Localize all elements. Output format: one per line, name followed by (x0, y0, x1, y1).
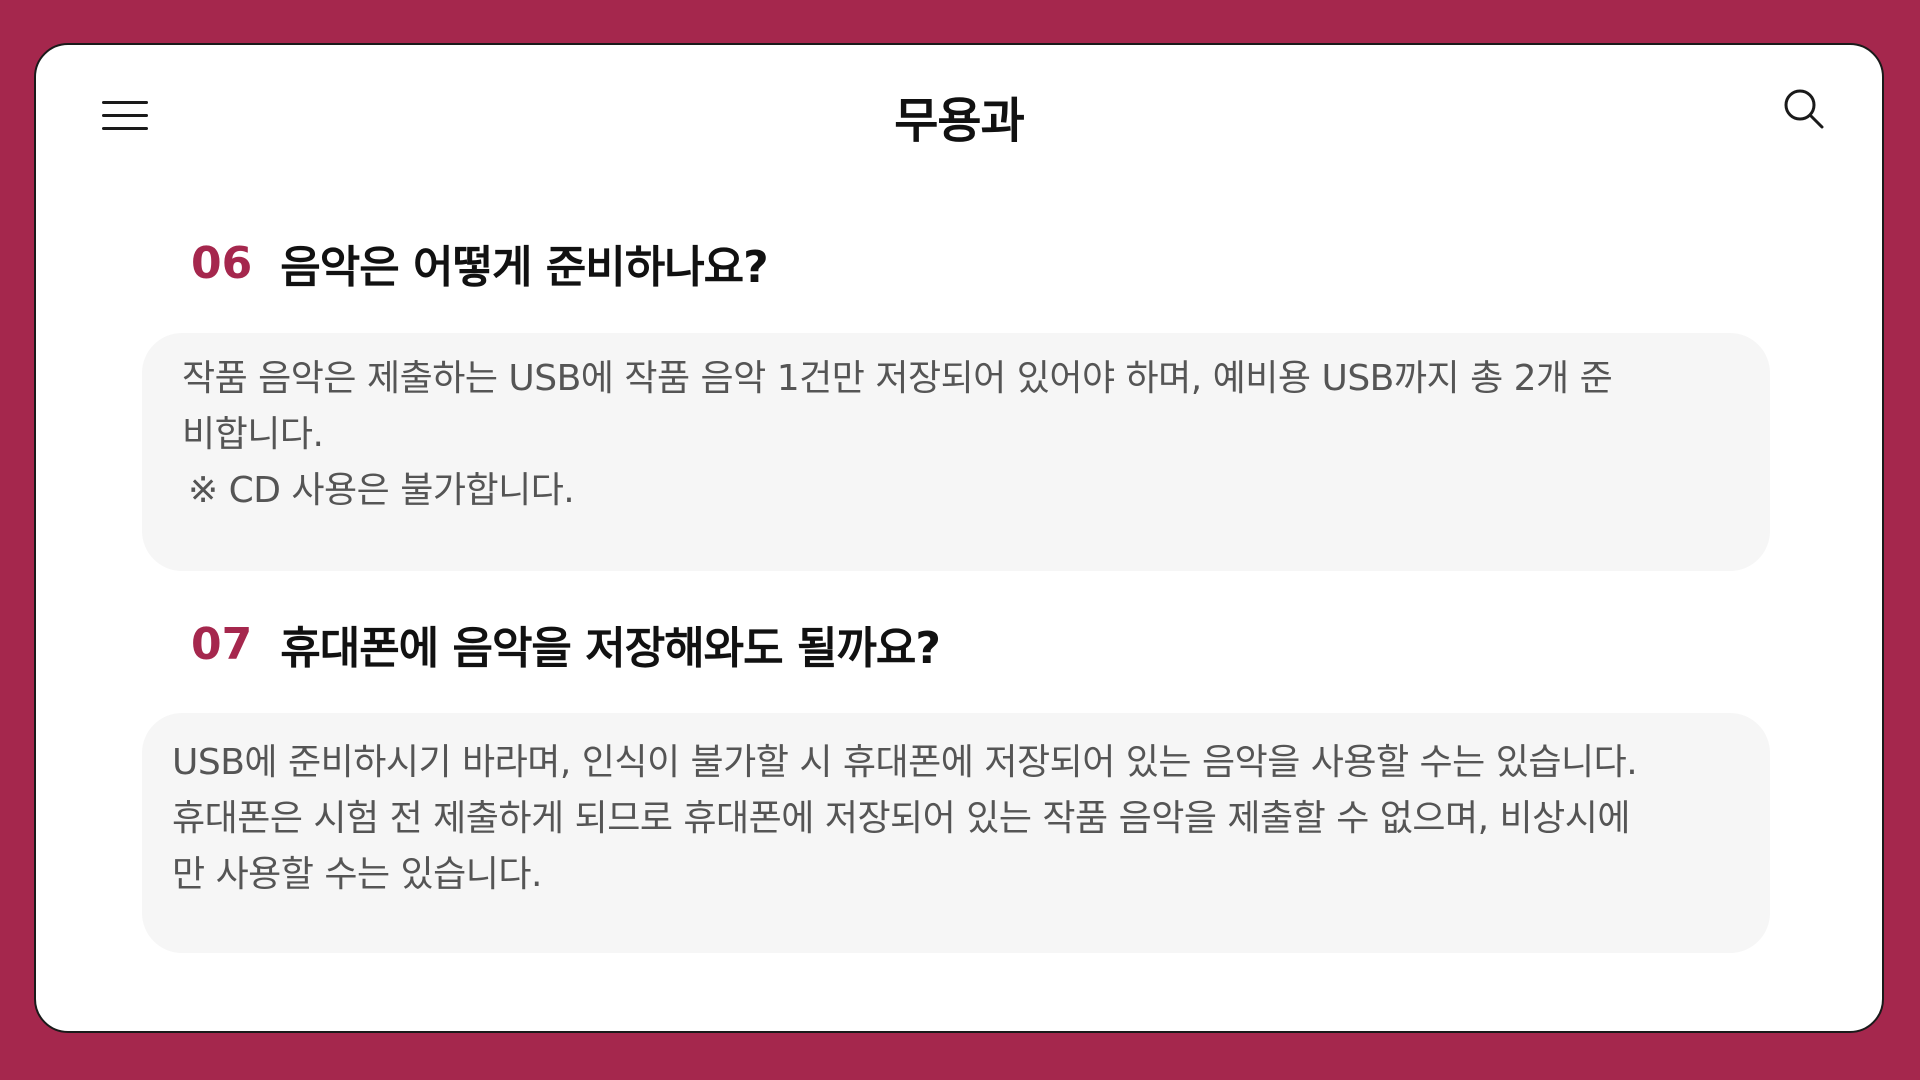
faq-answer-07: USB에 준비하시기 바라며, 인식이 불가할 시 휴대폰에 저장되어 있는 음… (142, 713, 1770, 953)
answer-line: 만 사용할 수는 있습니다. (172, 854, 542, 895)
question-text: 휴대폰에 음악을 저장해와도 될까요? (280, 623, 941, 674)
faq-question-06[interactable]: 06 음악은 어떻게 준비하나요? (191, 231, 769, 295)
search-icon[interactable] (1782, 87, 1826, 131)
question-text: 음악은 어떻게 준비하나요? (280, 242, 768, 293)
answer-line: USB에 준비하시기 바라며, 인식이 불가할 시 휴대폰에 저장되어 있는 음… (172, 742, 1638, 783)
page-title: 무용과 (894, 93, 1024, 149)
app-card: 무용과 06 음악은 어떻게 준비하나요? 작품 음악은 제출하는 USB에 작… (34, 43, 1884, 1033)
answer-note: ※ CD 사용은 불가합니다. (188, 470, 575, 511)
answer-line: 작품 음악은 제출하는 USB에 작품 음악 1건만 저장되어 있어야 하며, … (182, 358, 1613, 399)
answer-line: 비합니다. (182, 414, 324, 455)
answer-line: 휴대폰은 시험 전 제출하게 되므로 휴대폰에 저장되어 있는 작품 음악을 제… (172, 798, 1631, 839)
question-number: 07 (191, 618, 253, 670)
faq-question-07[interactable]: 07 휴대폰에 음악을 저장해와도 될까요? (191, 612, 941, 676)
question-number: 06 (191, 237, 253, 289)
faq-answer-06: 작품 음악은 제출하는 USB에 작품 음악 1건만 저장되어 있어야 하며, … (142, 333, 1770, 571)
